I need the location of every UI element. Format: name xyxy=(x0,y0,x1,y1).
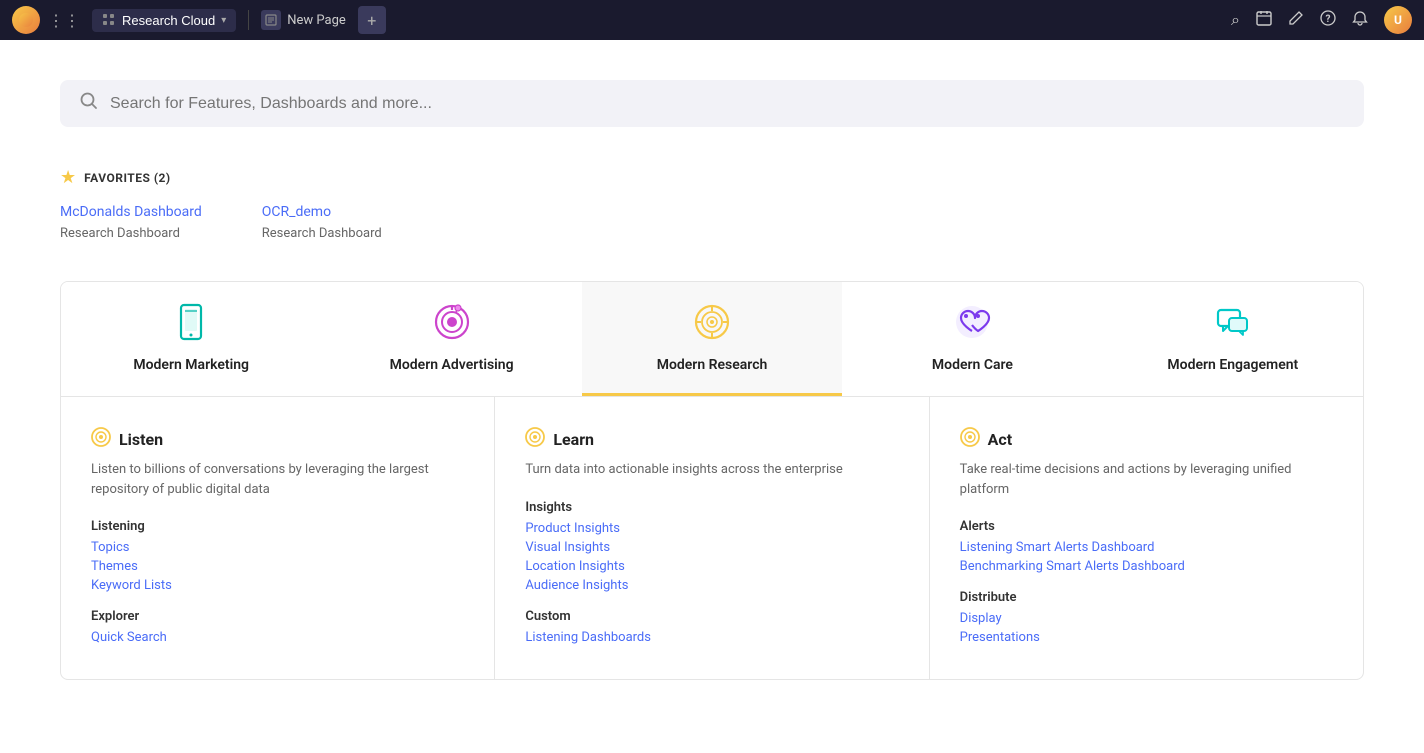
new-page-item[interactable]: New Page xyxy=(261,10,346,30)
tab-icon-modern-advertising xyxy=(432,302,472,347)
topnav-right-actions: ⌕ ? U xyxy=(1231,6,1412,34)
panel-link[interactable]: Product Insights xyxy=(525,521,898,536)
panel-desc-learn: Turn data into actionable insights acros… xyxy=(525,460,898,480)
panel-section-title: Distribute xyxy=(960,590,1333,605)
svg-text:?: ? xyxy=(1326,14,1331,25)
tab-label-modern-engagement: Modern Engagement xyxy=(1167,357,1298,373)
new-page-label: New Page xyxy=(287,13,346,28)
app-logo[interactable] xyxy=(12,6,40,34)
panel-link[interactable]: Topics xyxy=(91,540,464,555)
panel-icon-learn xyxy=(525,427,545,452)
panel-link[interactable]: Quick Search xyxy=(91,630,464,645)
search-input[interactable] xyxy=(110,95,1344,113)
panel-section-title: Explorer xyxy=(91,609,464,624)
panel-link[interactable]: Listening Dashboards xyxy=(525,630,898,645)
panel-listen: Listen Listen to billions of conversatio… xyxy=(61,397,495,679)
tabs-header: Modern Marketing Modern Advertising Modern… xyxy=(61,282,1363,397)
panel-header-act: Act xyxy=(960,427,1333,452)
panel-section-title: Custom xyxy=(525,609,898,624)
tabs-section: Modern Marketing Modern Advertising Modern… xyxy=(60,281,1364,680)
panel-section-title: Insights xyxy=(525,500,898,515)
favorites-list: McDonalds DashboardResearch DashboardOCR… xyxy=(60,204,1364,241)
favorites-title: FAVORITES (2) xyxy=(84,171,171,185)
panel-link[interactable]: Location Insights xyxy=(525,559,898,574)
panel-link[interactable]: Keyword Lists xyxy=(91,578,464,593)
panel-desc-listen: Listen to billions of conversations by l… xyxy=(91,460,464,499)
panel-title-act: Act xyxy=(988,430,1013,449)
top-nav: ⋮⋮ Research Cloud ▾ New Page + ⌕ xyxy=(0,0,1424,40)
panel-link[interactable]: Benchmarking Smart Alerts Dashboard xyxy=(960,559,1333,574)
favorite-item: OCR_demo Research Dashboard xyxy=(262,204,382,241)
tab-label-modern-research: Modern Research xyxy=(657,357,768,373)
panel-title-listen: Listen xyxy=(119,430,163,449)
favorite-type: Research Dashboard xyxy=(262,226,382,241)
edit-icon[interactable] xyxy=(1288,10,1304,30)
panel-header-learn: Learn xyxy=(525,427,898,452)
help-icon[interactable]: ? xyxy=(1320,10,1336,30)
plus-icon: + xyxy=(367,11,376,30)
tab-modern-care[interactable]: Modern Care xyxy=(842,282,1102,396)
tab-icon-modern-marketing xyxy=(171,302,211,347)
panel-link[interactable]: Visual Insights xyxy=(525,540,898,555)
search-bar xyxy=(60,80,1364,127)
page-icon xyxy=(261,10,281,30)
tab-icon-modern-research xyxy=(692,302,732,347)
tab-icon-modern-care xyxy=(952,302,992,347)
panel-icon-act xyxy=(960,427,980,452)
panel-act: Act Take real-time decisions and actions… xyxy=(930,397,1363,679)
panel-desc-act: Take real-time decisions and actions by … xyxy=(960,460,1333,499)
panel-title-learn: Learn xyxy=(553,430,594,449)
search-icon[interactable]: ⌕ xyxy=(1231,10,1240,30)
tab-modern-research[interactable]: Modern Research xyxy=(582,282,842,396)
user-avatar[interactable]: U xyxy=(1384,6,1412,34)
tab-modern-engagement[interactable]: Modern Engagement xyxy=(1103,282,1363,396)
panel-link[interactable]: Themes xyxy=(91,559,464,574)
tab-icon-modern-engagement xyxy=(1213,302,1253,347)
panel-section-title: Listening xyxy=(91,519,464,534)
avatar-label: U xyxy=(1394,13,1402,27)
panel-link[interactable]: Display xyxy=(960,611,1333,626)
panel-icon-listen xyxy=(91,427,111,452)
tab-label-modern-advertising: Modern Advertising xyxy=(390,357,514,373)
app-switcher-button[interactable]: Research Cloud ▾ xyxy=(92,9,236,32)
tab-modern-advertising[interactable]: Modern Advertising xyxy=(321,282,581,396)
add-tab-button[interactable]: + xyxy=(358,6,386,34)
favorites-header: ★ FAVORITES (2) xyxy=(60,167,1364,188)
favorite-type: Research Dashboard xyxy=(60,226,180,241)
favorites-star-icon: ★ xyxy=(60,167,76,188)
favorite-item: McDonalds Dashboard Research Dashboard xyxy=(60,204,202,241)
panel-learn: Learn Turn data into actionable insights… xyxy=(495,397,929,679)
panel-link[interactable]: Listening Smart Alerts Dashboard xyxy=(960,540,1333,555)
chevron-down-icon: ▾ xyxy=(221,15,226,26)
main-content: ★ FAVORITES (2) McDonalds Dashboard Resea… xyxy=(0,40,1424,753)
tab-modern-marketing[interactable]: Modern Marketing xyxy=(61,282,321,396)
search-bar-icon xyxy=(80,92,98,115)
favorite-link[interactable]: McDonalds Dashboard xyxy=(60,204,202,220)
tab-content: Listen Listen to billions of conversatio… xyxy=(61,397,1363,679)
app-icon xyxy=(102,13,116,27)
grid-icon[interactable]: ⋮⋮ xyxy=(48,11,80,30)
tab-label-modern-care: Modern Care xyxy=(932,357,1013,373)
app-name-label: Research Cloud xyxy=(122,13,215,28)
nav-divider xyxy=(248,10,249,30)
panel-section-title: Alerts xyxy=(960,519,1333,534)
favorites-section: ★ FAVORITES (2) McDonalds Dashboard Resea… xyxy=(60,167,1364,241)
favorite-link[interactable]: OCR_demo xyxy=(262,204,382,220)
calendar-icon[interactable] xyxy=(1256,10,1272,30)
bell-icon[interactable] xyxy=(1352,10,1368,30)
tab-label-modern-marketing: Modern Marketing xyxy=(133,357,249,373)
panel-header-listen: Listen xyxy=(91,427,464,452)
panel-link[interactable]: Presentations xyxy=(960,630,1333,645)
panel-link[interactable]: Audience Insights xyxy=(525,578,898,593)
